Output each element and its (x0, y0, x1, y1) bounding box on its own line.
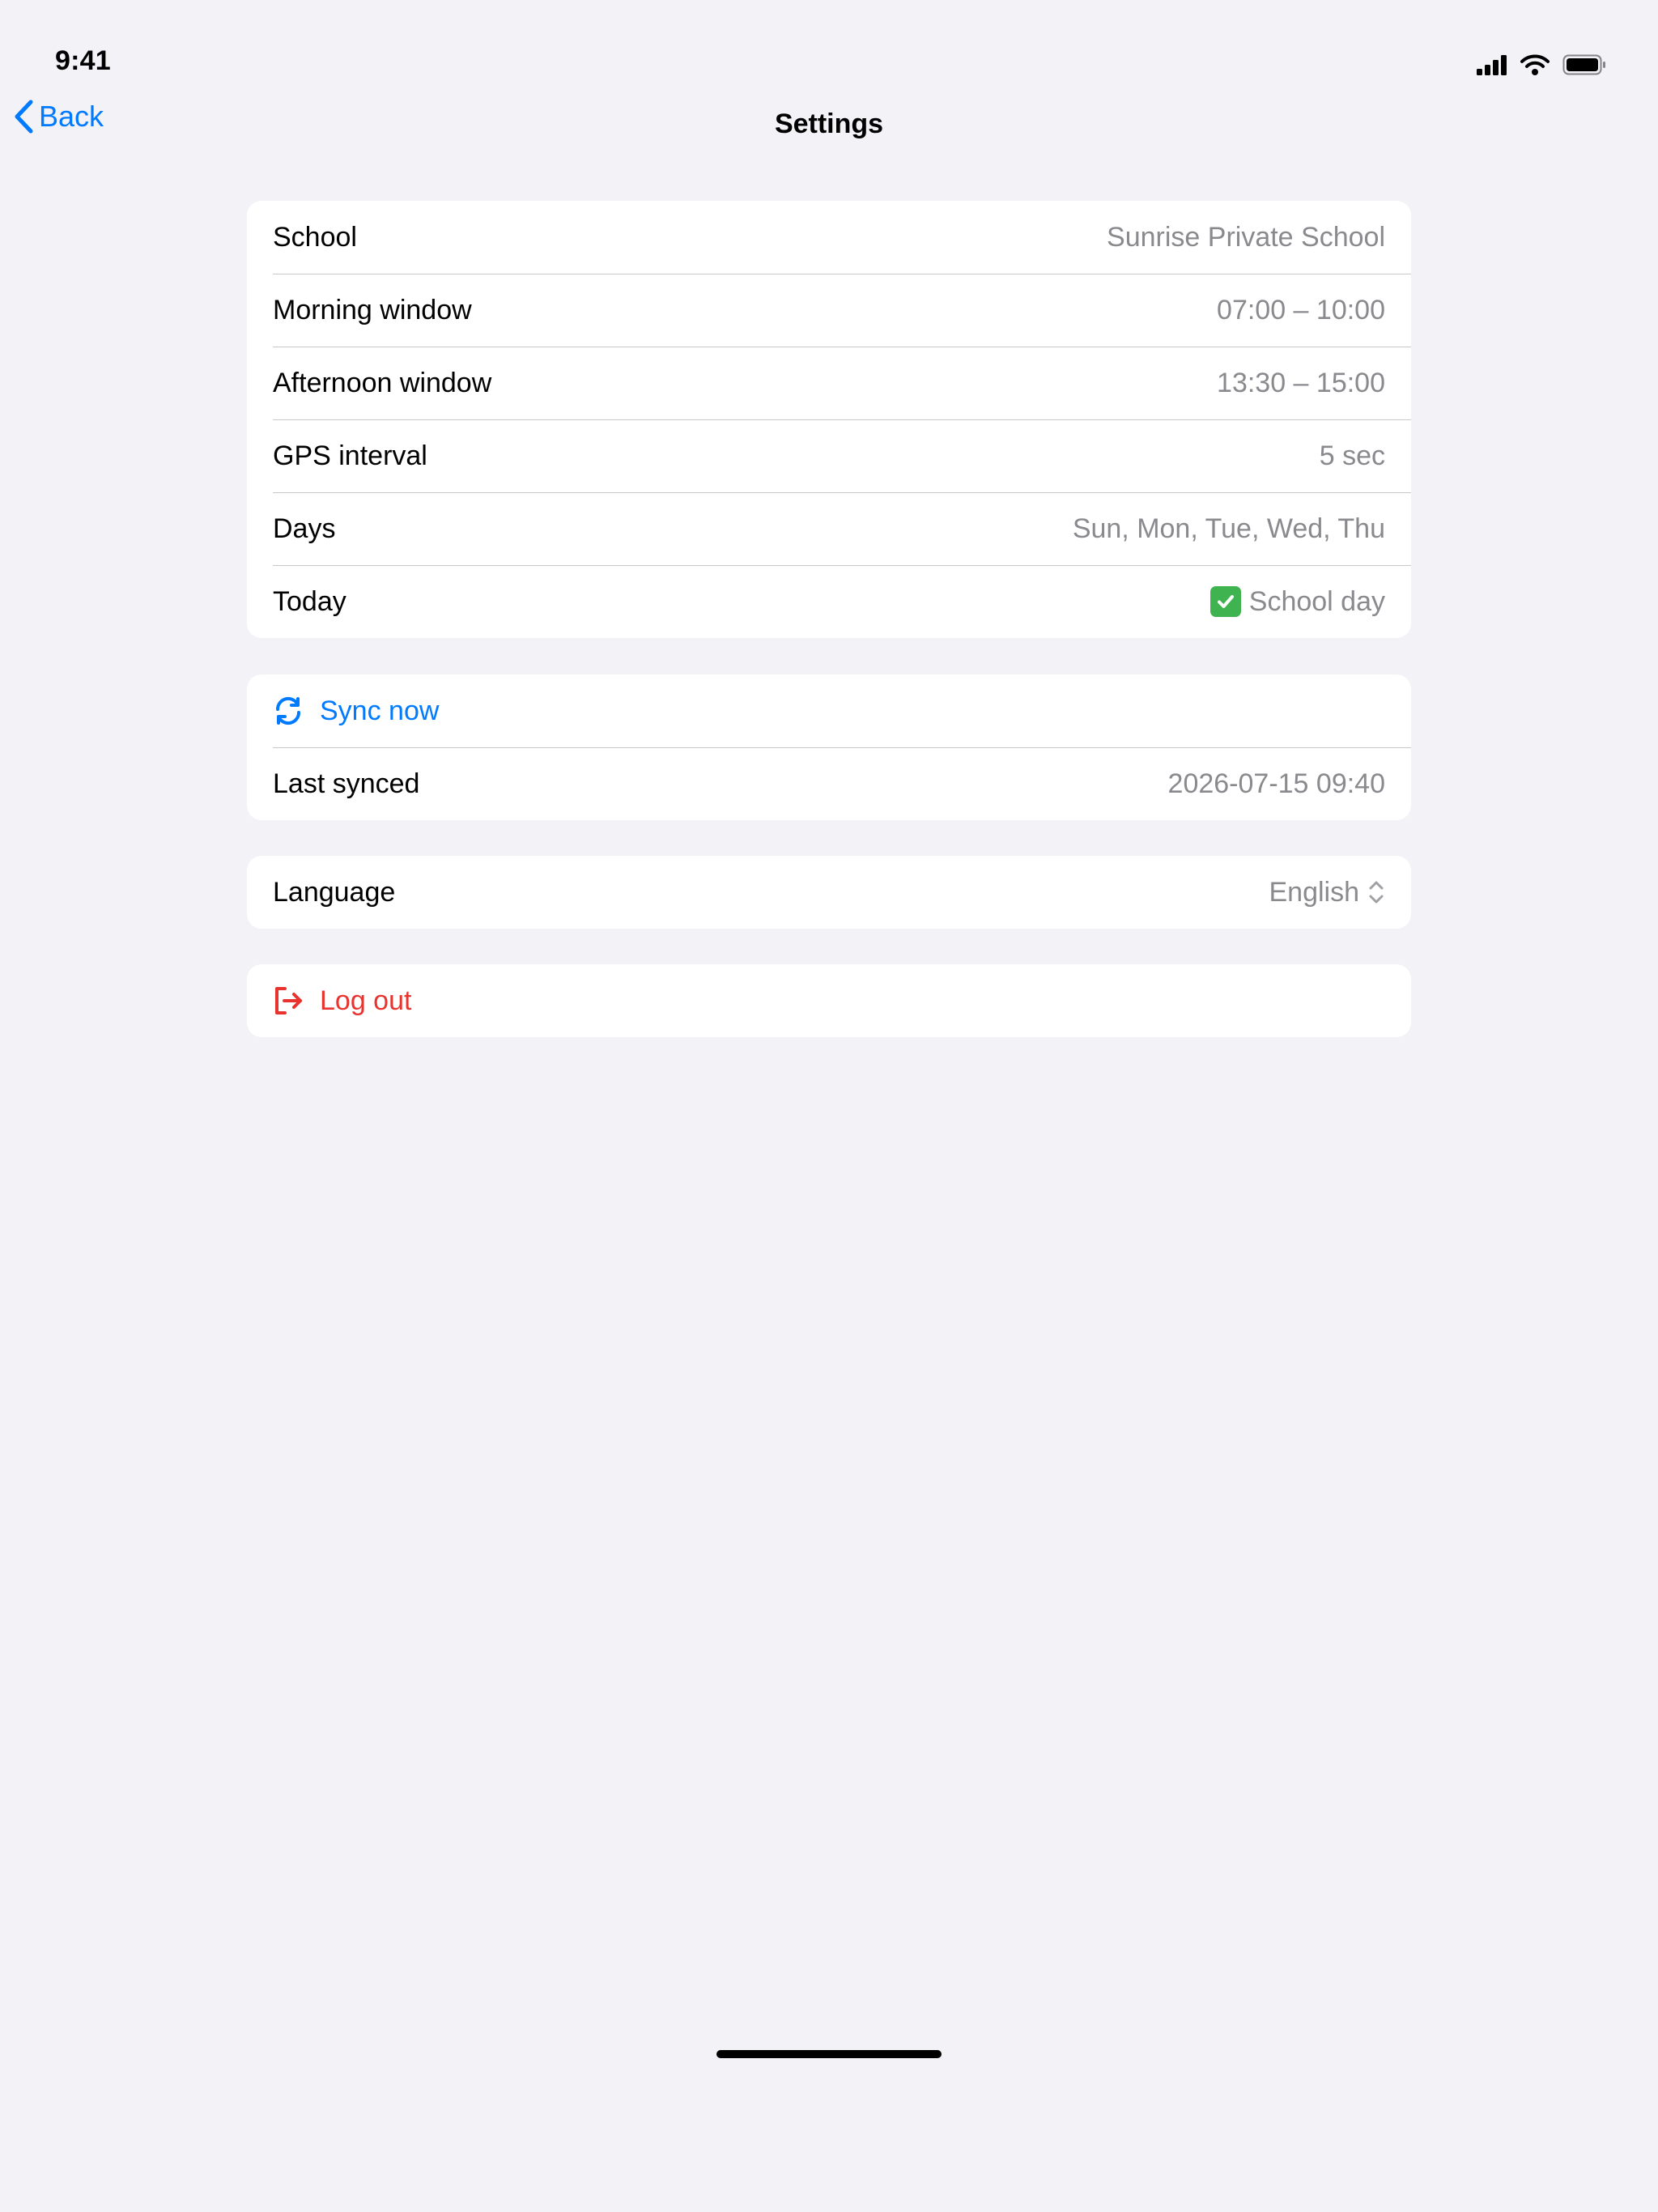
cellular-signal-icon (1477, 54, 1507, 75)
language-row[interactable]: Language English (247, 856, 1411, 929)
afternoon-window-label: Afternoon window (273, 367, 492, 398)
days-label: Days (273, 513, 336, 544)
home-indicator[interactable] (716, 2050, 942, 2058)
school-label: School (273, 221, 357, 253)
language-group: Language English (247, 856, 1411, 929)
gps-interval-value: 5 sec (1319, 440, 1385, 471)
status-time: 9:41 (55, 45, 111, 76)
school-value: Sunrise Private School (1107, 221, 1385, 253)
logout-icon (275, 987, 302, 1015)
sync-icon (275, 696, 301, 725)
morning-window-label: Morning window (273, 294, 472, 325)
wifi-icon (1520, 54, 1550, 75)
school-row: School Sunrise Private School (247, 201, 1411, 274)
last-synced-label: Last synced (273, 768, 420, 799)
language-label: Language (273, 876, 396, 908)
morning-window-value: 07:00 – 10:00 (1217, 294, 1385, 325)
days-value: Sun, Mon, Tue, Wed, Thu (1072, 513, 1385, 544)
gps-interval-label: GPS interval (273, 440, 427, 471)
language-picker[interactable]: English (1269, 877, 1385, 908)
today-row: Today School day (247, 565, 1411, 638)
battery-icon (1562, 54, 1605, 74)
days-row: Days Sun, Mon, Tue, Wed, Thu (247, 492, 1411, 565)
logout-label: Log out (320, 985, 412, 1016)
last-synced-value: 2026-07-15 09:40 (1167, 768, 1385, 799)
today-label: Today (273, 585, 346, 617)
language-value: English (1269, 876, 1359, 908)
status-icons (1477, 53, 1606, 75)
sync-group: Sync now Last synced 2026-07-15 09:40 (247, 674, 1411, 820)
check-mark-icon (1209, 586, 1241, 617)
afternoon-window-row: Afternoon window 13:30 – 15:00 (247, 347, 1411, 419)
gps-interval-row: GPS interval 5 sec (247, 419, 1411, 492)
sync-now-label: Sync now (320, 695, 440, 726)
today-value: School day (1209, 585, 1385, 618)
logout-group: Log out (247, 964, 1411, 1037)
page-title: Settings (774, 108, 884, 139)
afternoon-window-value: 13:30 – 15:00 (1217, 367, 1385, 398)
last-synced-row: Last synced 2026-07-15 09:40 (247, 747, 1411, 820)
sync-now-button[interactable]: Sync now (247, 674, 1411, 747)
today-status-text: School day (1248, 585, 1385, 617)
logout-button[interactable]: Log out (247, 964, 1411, 1037)
school-settings-group: School Sunrise Private School Morning wi… (247, 201, 1411, 638)
morning-window-row: Morning window 07:00 – 10:00 (247, 274, 1411, 347)
chevron-up-down-icon (1369, 881, 1384, 904)
